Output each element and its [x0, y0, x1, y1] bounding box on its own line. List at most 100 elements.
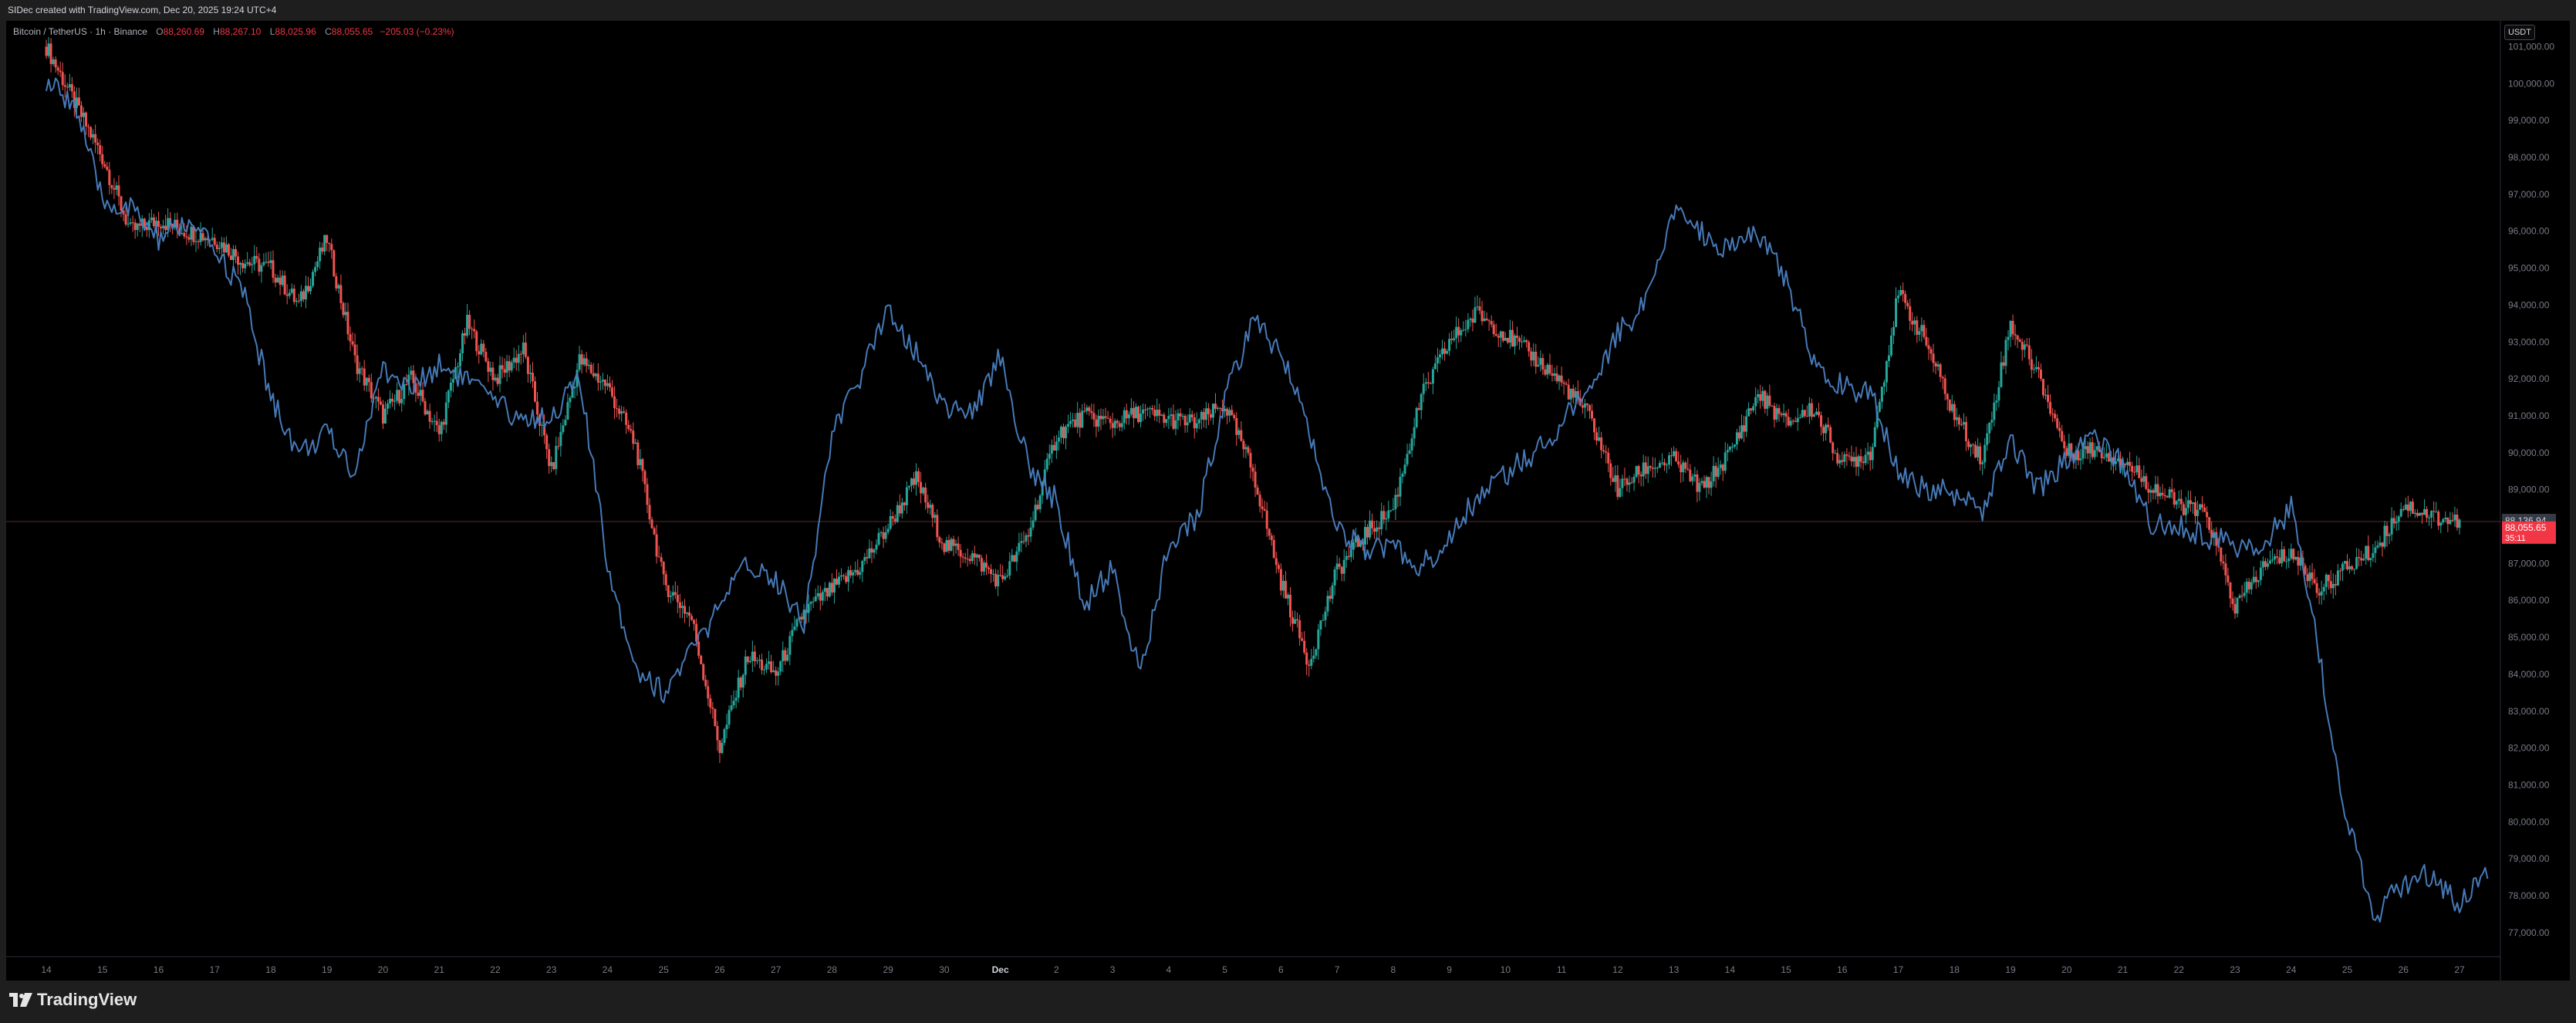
candle-body — [1052, 444, 1055, 451]
y-tick-label: 97,000.00 — [2508, 189, 2550, 200]
candle-body — [1403, 464, 1406, 474]
candle-body — [2186, 500, 2189, 508]
candle-body — [215, 245, 218, 249]
candle-body — [903, 502, 906, 505]
candle-body — [419, 390, 422, 397]
candle-body — [1838, 460, 1842, 464]
candle-body — [1871, 447, 1874, 461]
ohlc-legend: Bitcoin / TetherUS · 1h · Binance O88,26… — [13, 26, 454, 37]
tradingview-logo[interactable]: TradingView — [9, 990, 137, 1010]
y-tick-label: 94,000.00 — [2508, 299, 2550, 310]
candle-body — [1233, 414, 1236, 418]
candle-body — [1136, 407, 1139, 423]
candle-body — [1677, 461, 1680, 465]
candle-body — [1067, 424, 1070, 427]
candle-body — [2009, 320, 2012, 337]
x-tick-label: 23 — [2230, 964, 2240, 975]
candle-body — [917, 471, 920, 482]
candle-body — [108, 170, 111, 185]
candle-body — [1728, 447, 1731, 451]
candle-body — [138, 223, 141, 226]
currency-button[interactable]: USDT — [2504, 25, 2535, 40]
x-tick-label: 9 — [1447, 964, 1452, 975]
candle-body — [875, 544, 878, 550]
candle-body — [389, 398, 392, 404]
candle-body — [1616, 475, 1619, 497]
candle-body — [905, 487, 908, 505]
candle-body — [1420, 393, 1423, 410]
candle-body — [335, 276, 338, 289]
candle-body — [1857, 456, 1860, 467]
candle-body — [387, 403, 390, 409]
x-tick-label: 22 — [2174, 964, 2185, 975]
candle-body — [2032, 369, 2035, 370]
candle-body — [1085, 407, 1089, 411]
candle-body — [309, 285, 312, 292]
candle-body — [365, 377, 368, 386]
candle-body — [494, 377, 497, 380]
candle-body — [2000, 362, 2003, 387]
candle-body — [2418, 512, 2421, 516]
candle-body — [473, 329, 476, 332]
candle-body — [1217, 407, 1220, 409]
candle-body — [721, 742, 724, 754]
candle-body — [113, 188, 116, 190]
candle-body — [2285, 561, 2288, 562]
candle-body — [2173, 491, 2176, 505]
candle-body — [314, 267, 317, 272]
candle-body — [1200, 411, 1203, 420]
candle-body — [1109, 418, 1112, 424]
candle-body — [898, 505, 901, 514]
candle-body — [1149, 407, 1152, 409]
candle-body — [1913, 320, 1916, 325]
candle-body — [391, 398, 394, 402]
candle-body — [1757, 394, 1760, 397]
candle-body — [1532, 351, 1535, 361]
candle-body — [634, 442, 637, 444]
candle-body — [1015, 551, 1018, 562]
candle-body — [1841, 460, 1844, 462]
candle-body — [194, 241, 198, 242]
candle-body — [1784, 413, 1788, 417]
candle-body — [700, 655, 703, 664]
candle-body — [421, 390, 424, 401]
candle-body — [1637, 466, 1640, 475]
candle-body — [2182, 504, 2185, 515]
candle-body — [2247, 581, 2250, 589]
candle-body — [943, 543, 946, 552]
candle-body — [725, 724, 728, 730]
candle-body — [910, 478, 913, 486]
candle-body — [433, 420, 436, 422]
candle-body — [1371, 520, 1374, 528]
candle-body — [2411, 501, 2414, 514]
candle-body — [1621, 478, 1624, 488]
candle-body — [1446, 350, 1449, 354]
chart-frame[interactable]: 101,000.00 100,000.00 99,000.00 98,000.00 97… — [6, 21, 2570, 981]
candle-body — [1593, 418, 1596, 433]
candle-body — [1034, 505, 1037, 521]
candle-body — [2306, 574, 2309, 582]
brand-name: TradingView — [37, 990, 137, 1009]
candle-body — [741, 674, 744, 688]
candle-body — [1548, 364, 1551, 374]
candle-body — [2018, 339, 2021, 343]
candle-body — [68, 84, 71, 88]
candle-body — [1394, 495, 1397, 509]
candle-body — [737, 677, 740, 698]
candle-body — [2166, 496, 2169, 498]
candle-body — [814, 596, 817, 602]
candle-body — [1635, 466, 1638, 478]
candle-body — [218, 248, 221, 249]
candle-body — [1464, 329, 1467, 330]
candle-body — [299, 291, 302, 302]
candle-body — [1167, 416, 1170, 420]
candle-body — [2011, 320, 2014, 335]
candle-body — [1378, 527, 1381, 529]
candle-body — [456, 366, 459, 367]
candle-body — [1518, 337, 1521, 342]
candle-body — [1717, 468, 1720, 477]
price-chart[interactable]: 101,000.00100,000.0099,000.0098,000.0097… — [6, 21, 2570, 981]
candle-body — [982, 562, 985, 572]
candle-body — [2095, 446, 2098, 451]
candle-body — [1399, 477, 1402, 497]
